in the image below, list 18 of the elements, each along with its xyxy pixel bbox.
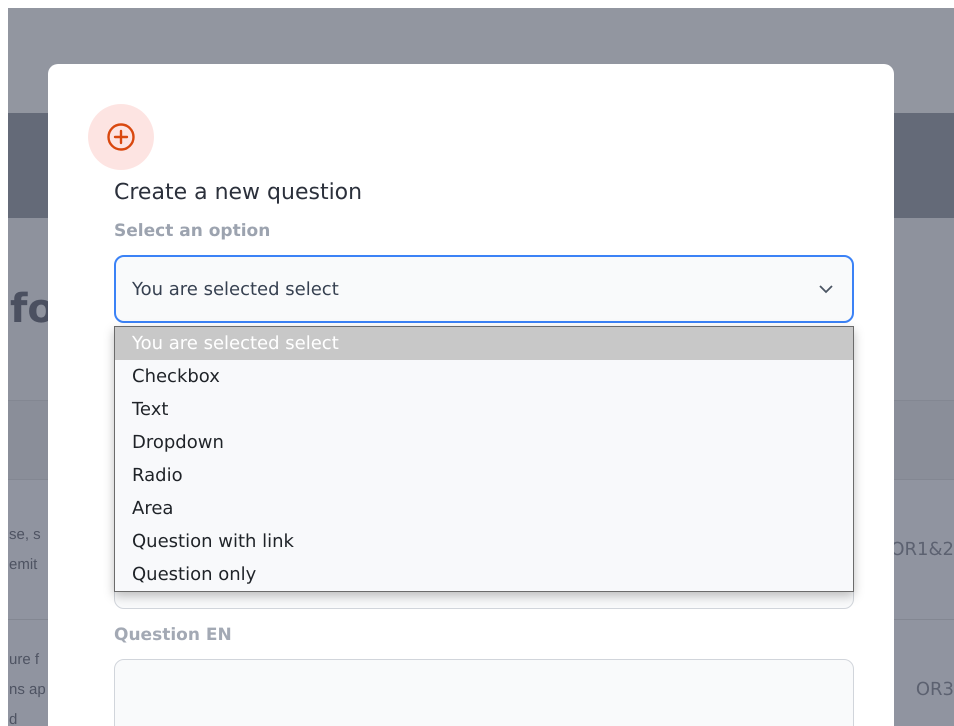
chevron-down-icon bbox=[818, 284, 834, 294]
field-label: Select an option bbox=[114, 221, 272, 241]
table-cell-text: emit bbox=[9, 554, 38, 574]
dropdown-option[interactable]: Area bbox=[115, 492, 853, 525]
table-cell-text: se, s bbox=[9, 524, 41, 544]
table-cell-text: ns ap bbox=[9, 680, 46, 700]
dropdown-option[interactable]: Radio bbox=[115, 459, 853, 492]
add-circle-icon bbox=[106, 122, 136, 152]
field-label: Question EN bbox=[114, 625, 233, 645]
table-cell-text: d bbox=[9, 710, 18, 726]
dropdown-option[interactable]: Dropdown bbox=[115, 426, 853, 459]
dropdown-option[interactable]: Question only bbox=[115, 558, 853, 591]
dropdown-option[interactable]: Checkbox bbox=[115, 360, 853, 393]
modal-title: Create a new question bbox=[114, 180, 364, 205]
dropdown-option[interactable]: Text bbox=[115, 393, 853, 426]
table-cell-text: ure f bbox=[9, 650, 40, 670]
dropdown-option[interactable]: Question with link bbox=[115, 525, 853, 558]
select-field[interactable]: You are selected select bbox=[114, 255, 854, 323]
